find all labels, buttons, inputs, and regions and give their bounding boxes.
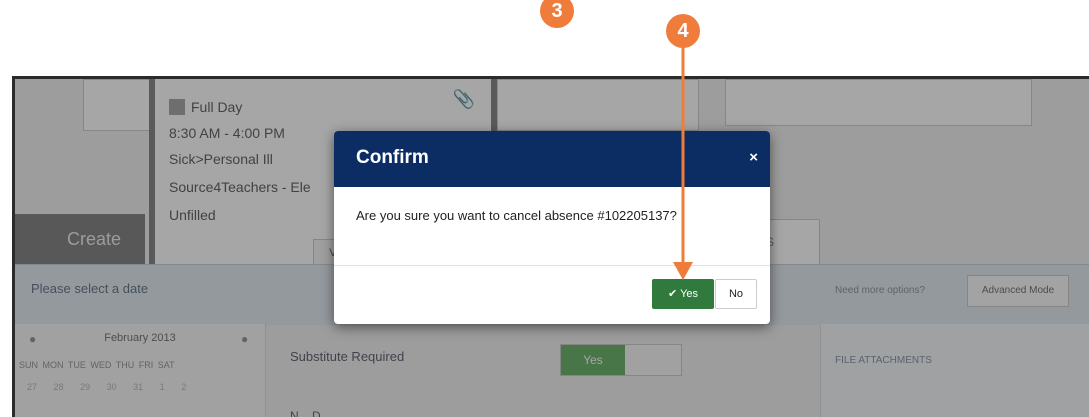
pointer-arrow [673,48,693,280]
